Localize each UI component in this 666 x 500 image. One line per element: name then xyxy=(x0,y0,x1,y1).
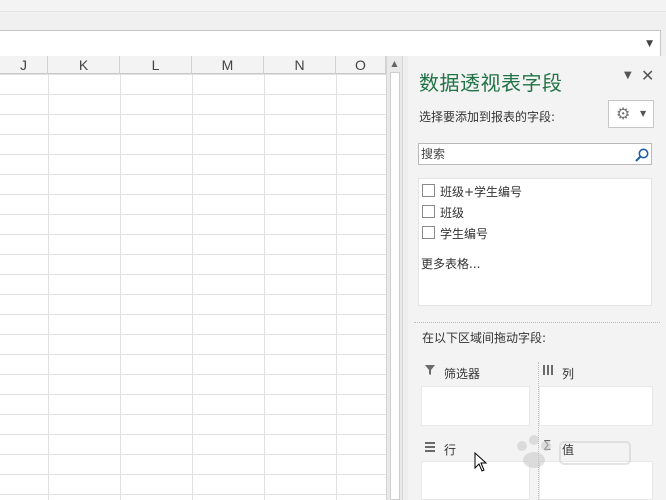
field-search-box[interactable] xyxy=(418,143,652,165)
scroll-up-arrow-icon[interactable]: ▲ xyxy=(389,59,400,69)
filters-area-label: 筛选器 xyxy=(444,367,481,381)
chevron-down-icon: ▼ xyxy=(640,109,647,118)
values-area-label: 值 xyxy=(562,443,575,457)
close-icon[interactable]: ✕ xyxy=(641,66,654,85)
choose-fields-label: 选择要添加到报表的字段: xyxy=(419,110,556,124)
scrollbar-thumb[interactable] xyxy=(390,72,400,500)
menu-caret-icon[interactable]: ▼ xyxy=(624,70,632,81)
column-headers: J K L M N O xyxy=(0,56,386,74)
field-item[interactable]: 班级+学生编号 xyxy=(420,182,650,200)
vertical-scrollbar[interactable]: ▲ xyxy=(386,56,402,500)
expand-formula-bar-icon[interactable]: ▼ xyxy=(646,39,653,49)
columns-icon xyxy=(543,365,553,375)
column-header-n[interactable]: N xyxy=(264,56,336,74)
gear-icon: ⚙ xyxy=(616,104,631,123)
cell-area[interactable] xyxy=(0,74,386,500)
drag-fields-label: 在以下区域间拖动字段: xyxy=(422,331,547,345)
pane-title: 数据透视表字段 xyxy=(419,71,563,95)
column-header-l[interactable]: L xyxy=(120,56,192,74)
worksheet-grid[interactable]: J K L M N O xyxy=(0,56,386,500)
field-item[interactable]: 学生编号 xyxy=(420,224,650,242)
field-item[interactable]: 班级 xyxy=(420,203,650,221)
column-header-m[interactable]: M xyxy=(192,56,264,74)
rows-area-label: 行 xyxy=(444,443,457,457)
column-header-k[interactable]: K xyxy=(48,56,120,74)
filters-drop-area[interactable] xyxy=(421,386,530,426)
formula-bar-area: ▼ xyxy=(0,12,666,57)
formula-input[interactable]: ▼ xyxy=(0,30,661,57)
field-list: 班级+学生编号 班级 学生编号 更多表格... xyxy=(418,178,652,306)
field-checkbox[interactable] xyxy=(422,205,435,218)
column-header-o[interactable]: O xyxy=(336,56,386,74)
rows-icon xyxy=(425,442,435,452)
field-checkbox[interactable] xyxy=(422,226,435,239)
values-drop-area[interactable] xyxy=(539,461,653,500)
tools-button[interactable]: ⚙ ▼ xyxy=(608,100,654,128)
columns-drop-area[interactable] xyxy=(539,386,653,426)
search-icon[interactable] xyxy=(634,147,650,163)
filter-icon xyxy=(425,365,435,375)
pivot-fields-pane: 数据透视表字段 ▼ ✕ 选择要添加到报表的字段: ⚙ ▼ 班级+学生编号 班级 … xyxy=(408,56,666,500)
field-checkbox[interactable] xyxy=(422,184,435,197)
field-label: 学生编号 xyxy=(440,227,489,241)
section-divider xyxy=(414,322,660,323)
more-tables-link[interactable]: 更多表格... xyxy=(421,255,480,272)
search-input[interactable] xyxy=(421,146,627,162)
columns-area-label: 列 xyxy=(562,367,575,381)
field-label: 班级+学生编号 xyxy=(440,185,523,199)
field-label: 班级 xyxy=(440,206,465,220)
ribbon-strip xyxy=(0,0,666,12)
sigma-icon: Σ xyxy=(543,439,552,454)
mouse-cursor-icon xyxy=(474,452,488,472)
column-header-j[interactable]: J xyxy=(0,56,48,74)
